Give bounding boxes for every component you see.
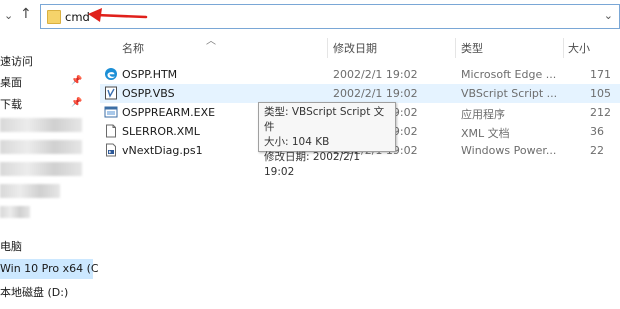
tooltip-size-line: 大小: 104 KB	[264, 136, 330, 148]
file-date: 2002/2/1 19:02	[333, 87, 418, 100]
file-name: OSPP.VBS	[122, 87, 175, 100]
nav-item-drive-c[interactable]: Win 10 Pro x64 (C	[0, 262, 99, 275]
blurred-nav-item	[0, 140, 82, 154]
file-row[interactable]: OSPP.HTM 2002/2/1 19:02 Microsoft Edge .…	[100, 65, 620, 84]
blurred-nav-item	[0, 184, 60, 198]
edge-icon	[105, 68, 117, 80]
column-divider[interactable]	[455, 38, 456, 58]
nav-item-drive-d[interactable]: 本地磁盘 (D:)	[0, 284, 68, 300]
xml-document-icon	[106, 124, 116, 138]
column-header-name[interactable]: 名称	[122, 40, 144, 56]
file-name: OSPPREARM.EXE	[122, 106, 216, 119]
pin-icon: 📌	[71, 76, 83, 86]
nav-item-this-pc[interactable]: 电脑	[0, 238, 22, 254]
up-arrow-icon[interactable]: ↑	[20, 6, 32, 22]
nav-item-downloads[interactable]: 下载	[0, 96, 22, 112]
file-name: vNextDiag.ps1	[122, 144, 203, 157]
folder-icon	[47, 10, 61, 24]
blurred-nav-item	[0, 206, 30, 218]
file-size: 212	[590, 106, 611, 119]
pin-icon: 📌	[71, 98, 83, 108]
red-arrow-annotation-icon	[88, 8, 148, 22]
exe-icon	[104, 106, 118, 118]
file-name: SLERROR.XML	[122, 125, 200, 138]
file-type: 应用程序	[461, 108, 505, 121]
file-size: 171	[590, 68, 611, 81]
nav-item-desktop[interactable]: 桌面	[0, 74, 22, 90]
file-type: Microsoft Edge ...	[461, 68, 557, 81]
column-divider[interactable]	[327, 38, 328, 58]
tooltip-date-line: 修改日期: 2002/2/1 19:02	[264, 151, 361, 178]
address-toolbar: ⌄ ↑ cmd ⌄	[0, 0, 620, 34]
file-date: 2002/2/1 19:02	[333, 68, 418, 81]
file-type: XML 文档	[461, 127, 510, 140]
blurred-nav-item	[0, 162, 82, 176]
nav-item-quick-access[interactable]: 速访问	[0, 53, 33, 69]
address-dropdown-chevron-icon[interactable]: ⌄	[604, 9, 613, 22]
vbs-script-icon	[105, 86, 117, 100]
column-divider[interactable]	[563, 38, 564, 58]
navigation-pane: 速访问 桌面 📌 下载 📌 电脑 Win 10 Pro x64 (C 本地磁盘 …	[0, 34, 99, 309]
column-header-type[interactable]: 类型	[461, 40, 483, 56]
file-row[interactable]: OSPP.VBS 2002/2/1 19:02 VBScript Script …	[100, 84, 620, 103]
tooltip-type-line: 类型: VBScript Script 文件	[264, 106, 385, 133]
file-type: Windows Power...	[461, 144, 557, 157]
column-header-date[interactable]: 修改日期	[333, 40, 377, 56]
blurred-nav-item	[0, 118, 82, 132]
file-size: 105	[590, 87, 611, 100]
file-size: 36	[590, 125, 604, 138]
sort-ascending-chevron-icon: ︿	[206, 36, 216, 47]
file-name: OSPP.HTM	[122, 68, 178, 81]
file-info-tooltip: 类型: VBScript Script 文件 大小: 104 KB 修改日期: …	[258, 102, 396, 178]
file-size: 22	[590, 144, 604, 157]
powershell-script-icon	[106, 143, 116, 157]
column-header-size[interactable]: 大小	[568, 40, 590, 56]
recent-locations-chevron-icon[interactable]: ⌄	[4, 9, 13, 22]
file-type: VBScript Script ...	[461, 87, 558, 100]
